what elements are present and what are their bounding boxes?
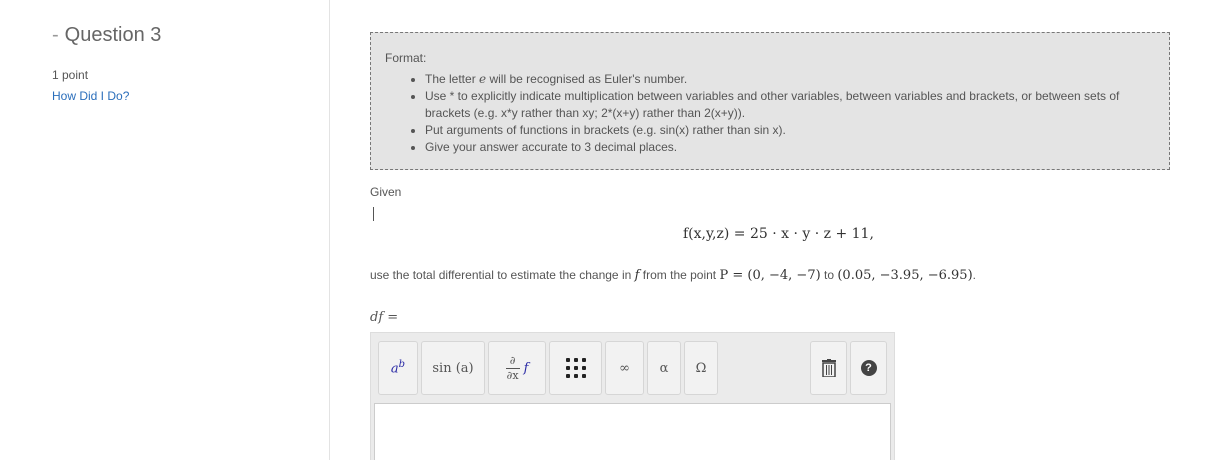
partial-denominator: ∂x bbox=[506, 368, 519, 382]
infinity-button[interactable]: ∞ bbox=[605, 341, 644, 395]
alpha-icon: α bbox=[659, 360, 669, 376]
point-p: P = (0, −4, −7) bbox=[719, 268, 821, 283]
sin-button[interactable]: sin (a) bbox=[421, 341, 485, 395]
format-heading: Format: bbox=[385, 51, 427, 65]
format-instructions: Format: The letter e will be recognised … bbox=[370, 32, 1170, 170]
format-item-multiplication: Use * to explicitly indicate multiplicat… bbox=[425, 88, 1155, 122]
how-did-i-do-link[interactable]: How Did I Do? bbox=[52, 89, 129, 103]
points-label: 1 point bbox=[52, 68, 89, 82]
partial-fraction-icon: ∂ ∂x bbox=[505, 353, 520, 382]
instruction-part1: use the total differential to estimate t… bbox=[370, 268, 635, 282]
answer-label: df = bbox=[370, 310, 399, 325]
partial-numerator: ∂ bbox=[509, 353, 516, 367]
omega-icon: Ω bbox=[695, 360, 707, 376]
math-editor: ab sin (a) ∂ ∂x f ∞ α Ω ? bbox=[370, 332, 895, 460]
format-list: The letter e will be recognised as Euler… bbox=[385, 71, 1155, 156]
question-title-text: Question 3 bbox=[64, 24, 162, 46]
trash-icon bbox=[821, 359, 836, 377]
power-icon: ab bbox=[390, 359, 406, 377]
help-icon: ? bbox=[860, 360, 877, 376]
question-title: - Question 3 bbox=[52, 24, 161, 47]
sin-label: sin (a) bbox=[432, 360, 474, 376]
question-sidebar: - Question 3 1 point How Did I Do? bbox=[0, 0, 330, 460]
point-q: (0.05, −3.95, −6.95) bbox=[837, 268, 973, 283]
help-button[interactable]: ? bbox=[850, 341, 887, 395]
clear-button[interactable] bbox=[810, 341, 847, 395]
collapse-dash[interactable]: - bbox=[52, 24, 59, 46]
given-label: Given bbox=[370, 185, 402, 199]
format-item-euler-post: will be recognised as Euler's number. bbox=[486, 72, 688, 86]
power-button[interactable]: ab bbox=[378, 341, 418, 395]
format-item-brackets: Put arguments of functions in brackets (… bbox=[425, 122, 1155, 139]
answer-input[interactable] bbox=[374, 403, 891, 460]
instruction-end: . bbox=[972, 268, 976, 282]
text-cursor bbox=[373, 207, 374, 221]
format-item-decimals: Give your answer accurate to 3 decimal p… bbox=[425, 139, 1155, 156]
instruction-part3: to bbox=[820, 268, 838, 282]
partial-derivative-button[interactable]: ∂ ∂x f bbox=[488, 341, 546, 395]
function-equation: f(x,y,z) = 25 · x · y · z + 11, bbox=[683, 226, 874, 242]
instruction-text: use the total differential to estimate t… bbox=[370, 268, 976, 283]
partial-f: f bbox=[523, 360, 529, 376]
matrix-button[interactable] bbox=[549, 341, 602, 395]
infinity-icon: ∞ bbox=[619, 360, 630, 376]
format-item-euler-pre: The letter bbox=[425, 72, 480, 86]
matrix-icon bbox=[565, 358, 586, 378]
alpha-button[interactable]: α bbox=[647, 341, 681, 395]
instruction-part2: from the point bbox=[639, 268, 720, 282]
omega-button[interactable]: Ω bbox=[684, 341, 718, 395]
format-item-euler: The letter e will be recognised as Euler… bbox=[425, 71, 1155, 88]
